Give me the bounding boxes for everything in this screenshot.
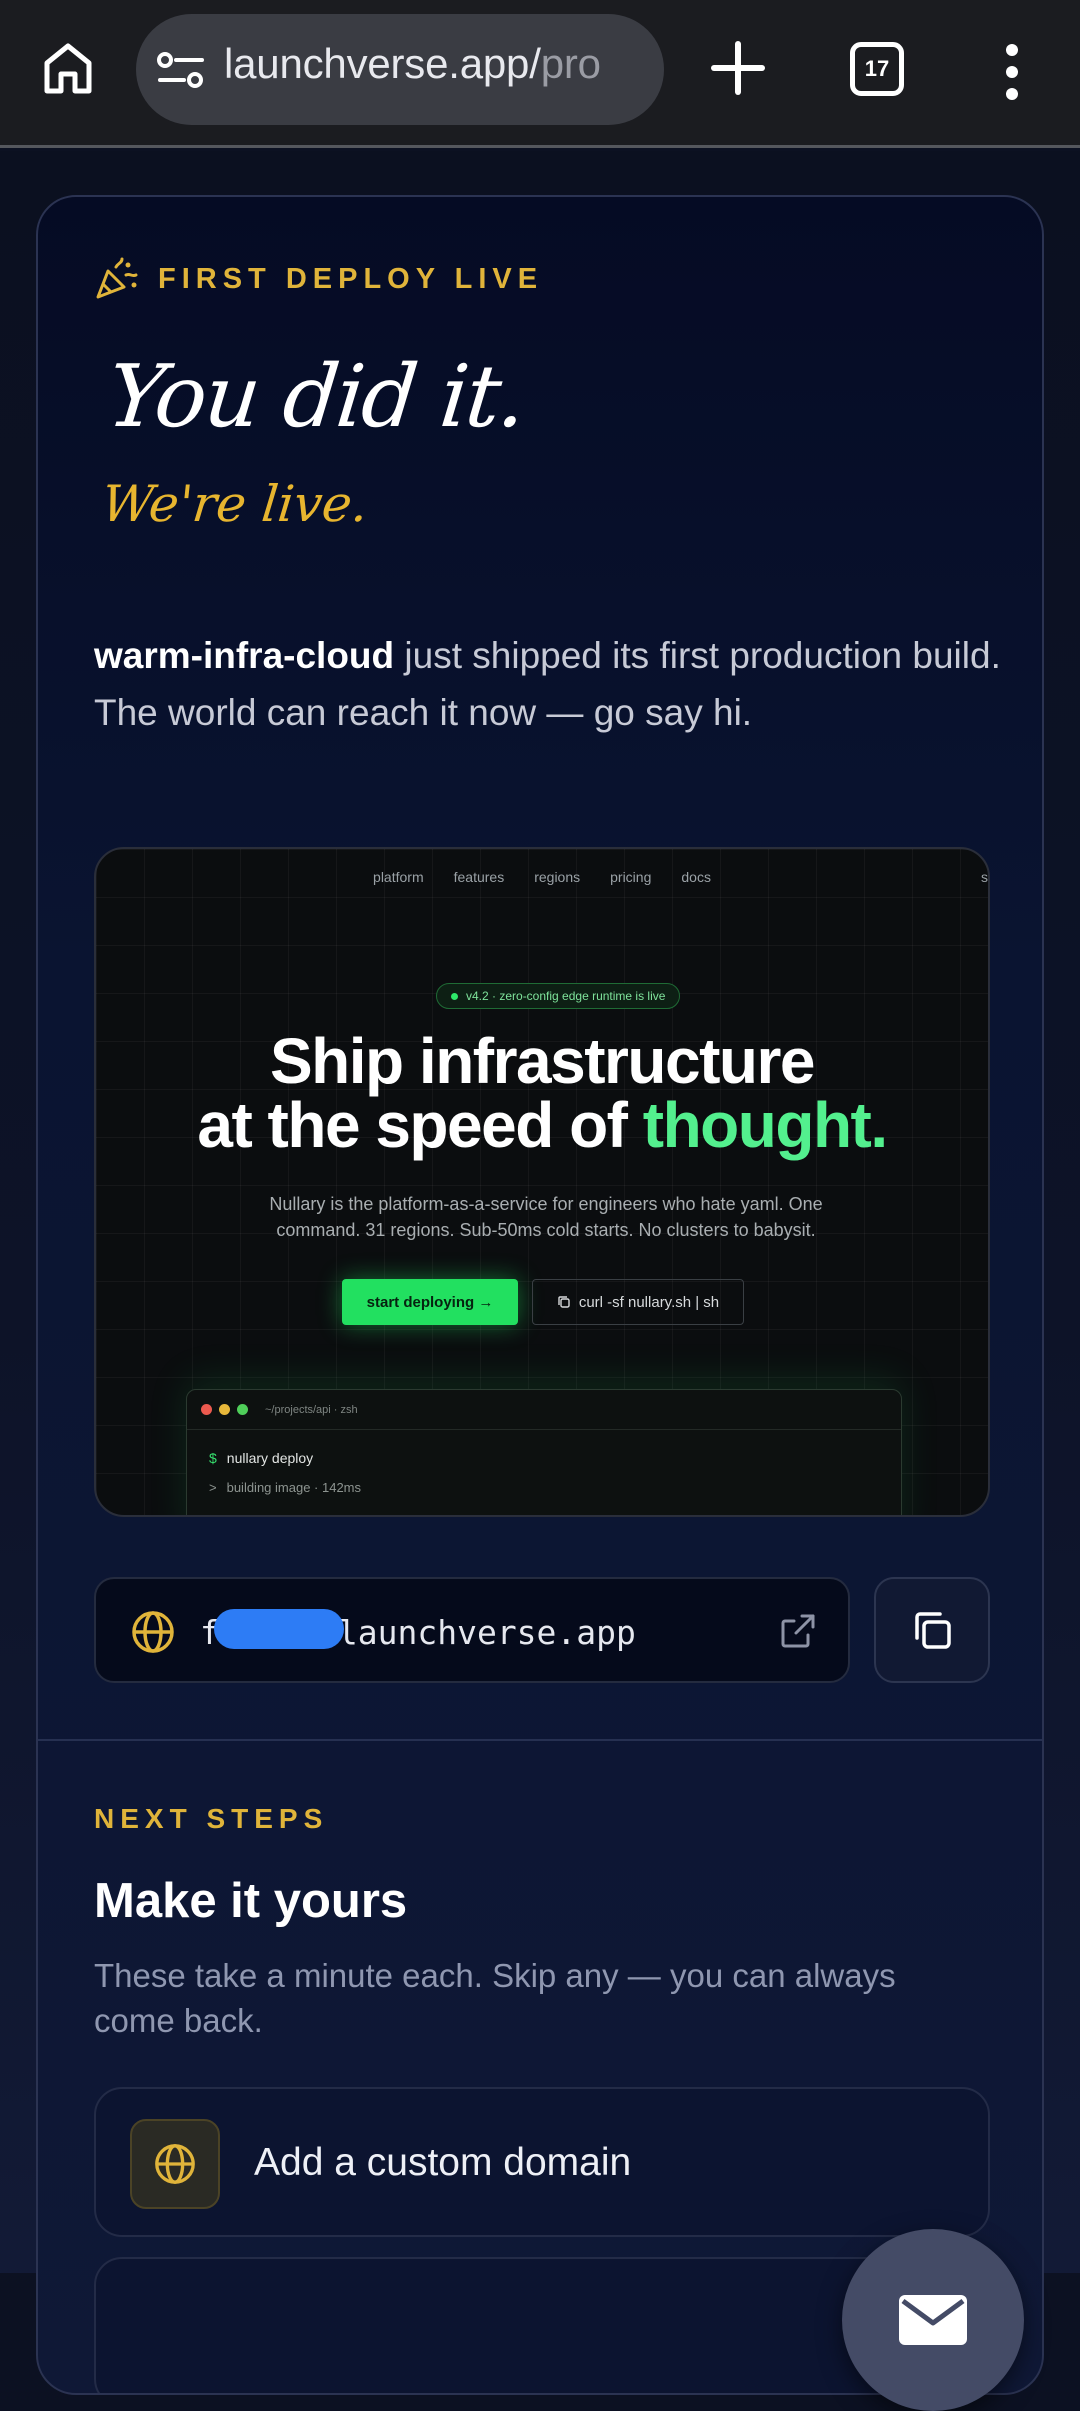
intro-text: warm-infra-cloud just shipped its first … [94,627,1004,741]
site-preview[interactable]: platform features regions pricing docs s… [94,847,990,1517]
preview-headline-line2: at the speed of thought. [96,1093,988,1157]
step-label: Add a custom domain [254,2141,632,2184]
deploy-success-card: FIRST DEPLOY LIVE You did it. We're live… [36,195,1044,2395]
step-add-custom-domain[interactable]: Add a custom domain [94,2087,990,2237]
terminal-output: building image · 142ms [226,1480,361,1495]
home-icon [44,43,92,94]
next-steps-title: Make it yours [94,1874,408,1928]
section-divider [38,1739,1042,1741]
site-settings-icon[interactable] [156,50,206,90]
preview-nav-item: docs [681,869,711,885]
page-content: FIRST DEPLOY LIVE You did it. We're live… [0,151,1080,2411]
preview-nav-cut-item: s [981,869,988,885]
browser-toolbar: launchverse.app/pro 17 [0,0,1080,148]
deploy-url-field[interactable]: f launchverse.app [94,1577,850,1683]
preview-badge: v4.2 · zero-config edge runtime is live [436,983,681,1009]
redaction-mark [214,1609,344,1649]
address-bar[interactable]: launchverse.app/pro [136,14,664,125]
globe-icon [132,1611,174,1653]
copy-icon [558,1296,570,1308]
terminal-min-dot [219,1404,230,1415]
globe-icon [155,2144,195,2184]
terminal-prompt: $ [209,1450,217,1466]
deploy-url-suffix: launchverse.app [337,1613,636,1652]
tab-switcher-button[interactable]: 17 [850,42,904,96]
preview-curl-command: curl -sf nullary.sh | sh [532,1279,744,1325]
preview-terminal: ~/projects/api · zsh $ nullary deploy > bu… [186,1389,902,1515]
more-menu-icon[interactable] [990,42,1034,102]
hero-title: You did it. [102,347,530,447]
preview-nav-item: pricing [610,869,652,885]
preview-nav-item: platform [373,869,424,885]
terminal-titlebar: ~/projects/api · zsh [187,1390,901,1430]
new-tab-icon[interactable] [706,36,770,100]
next-steps-description: These take a minute each. Skip any — you… [94,1957,896,2039]
project-name: warm-infra-cloud [94,635,395,676]
step-icon-wrap [130,2119,220,2209]
preview-headline: Ship infrastructure at the speed of thou… [96,1029,988,1157]
terminal-max-dot [237,1404,248,1415]
preview-headline-accent: thought. [642,1089,888,1161]
copy-url-button[interactable] [874,1577,990,1683]
terminal-command: nullary deploy [226,1450,314,1466]
terminal-command-line: $ nullary deploy [209,1450,313,1466]
preview-start-deploying-button: start deploying → [342,1279,518,1325]
eyebrow: FIRST DEPLOY LIVE [94,257,543,301]
contact-mail-button[interactable] [842,2229,1024,2411]
preview-badge-label: v4.2 · zero-config edge runtime is live [466,989,666,1003]
mail-icon [899,2295,967,2345]
url-dim: pro [540,40,601,87]
party-popper-icon [96,257,138,299]
terminal-title: ~/projects/api · zsh [265,1403,358,1416]
terminal-output-prefix: > [209,1480,217,1495]
preview-headline-line1: Ship infrastructure [269,1025,816,1097]
preview-nav-item: features [453,869,505,885]
preview-copy: Nullary is the platform-as-a-service for… [269,1194,823,1240]
url-text[interactable]: launchverse.app/pro [224,40,601,88]
preview-nav: platform features regions pricing docs [96,869,988,885]
terminal-close-dot [201,1404,212,1415]
external-link-icon[interactable] [778,1611,818,1651]
home-button[interactable] [36,36,100,100]
next-steps-label: NEXT STEPS [94,1803,329,1834]
preview-headline-start: at the speed of [197,1089,643,1161]
terminal-output-line: > building image · 142ms [209,1480,361,1495]
status-dot-icon [451,992,458,1000]
preview-nav-item: regions [534,869,581,885]
url-main: launchverse.app/ [224,40,541,87]
preview-curl-label: curl -sf nullary.sh | sh [578,1293,720,1311]
copy-icon [915,1612,951,1649]
hero-subtitle: We're live. [98,475,371,533]
eyebrow-label: FIRST DEPLOY LIVE [158,262,544,295]
